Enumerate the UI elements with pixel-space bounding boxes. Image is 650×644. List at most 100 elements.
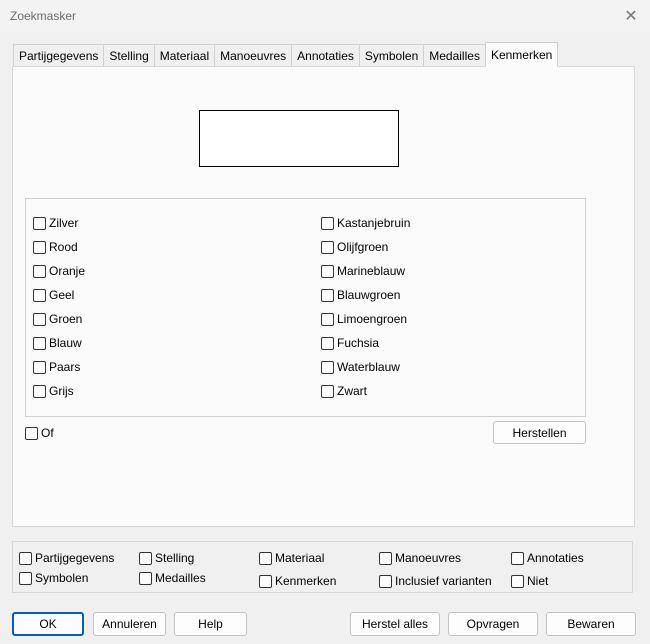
tab-kenmerken[interactable]: Kenmerken xyxy=(484,42,559,67)
tab-manoeuvres[interactable]: Manoeuvres xyxy=(214,44,292,67)
checkbox-label: Groen xyxy=(49,312,83,326)
checkbox-box[interactable] xyxy=(321,360,334,374)
tab-materiaal[interactable]: Materiaal xyxy=(153,44,215,67)
checkbox-paars[interactable]: Paars xyxy=(33,359,80,375)
checkbox-label: Materiaal xyxy=(275,551,325,565)
checkbox-label: Paars xyxy=(49,360,81,374)
save-button[interactable]: Bewaren xyxy=(546,612,636,636)
checkbox-box[interactable] xyxy=(19,571,32,585)
checkbox-label: Limoengroen xyxy=(337,312,408,326)
tab-symbolen[interactable]: Symbolen xyxy=(358,44,424,67)
filter-stelling[interactable]: Stelling xyxy=(139,550,194,566)
checkbox-label: Fuchsia xyxy=(337,336,380,350)
checkbox-box[interactable] xyxy=(19,551,32,565)
checkbox-grijs[interactable]: Grijs xyxy=(33,383,74,399)
color-preview-box xyxy=(199,110,399,167)
checkbox-geel[interactable]: Geel xyxy=(33,287,74,303)
checkbox-box[interactable] xyxy=(139,571,152,585)
checkbox-label: Olijfgroen xyxy=(337,240,389,254)
checkbox-box[interactable] xyxy=(511,574,524,588)
checkbox-blauwgroen[interactable]: Blauwgroen xyxy=(321,287,400,303)
checkbox-box[interactable] xyxy=(139,551,152,565)
checkbox-box[interactable] xyxy=(33,216,46,230)
query-button[interactable]: Opvragen xyxy=(448,612,538,636)
checkbox-of[interactable]: Of xyxy=(25,425,54,441)
checkbox-box[interactable] xyxy=(379,551,392,565)
help-button[interactable]: Help xyxy=(174,612,247,636)
filter-medailles[interactable]: Medailles xyxy=(139,570,206,586)
checkbox-box[interactable] xyxy=(33,312,46,326)
close-button[interactable]: ✕ xyxy=(620,5,642,27)
filter-annotaties[interactable]: Annotaties xyxy=(511,550,584,566)
checkbox-box[interactable] xyxy=(321,312,334,326)
tab-medailles[interactable]: Medailles xyxy=(423,44,485,67)
checkbox-box[interactable] xyxy=(511,551,524,565)
checkbox-box[interactable] xyxy=(33,288,46,302)
checkbox-box[interactable] xyxy=(321,264,334,278)
checkbox-label: Rood xyxy=(49,240,78,254)
checkbox-label: Manoeuvres xyxy=(395,551,462,565)
checkbox-box[interactable] xyxy=(321,384,334,398)
checkbox-fuchsia[interactable]: Fuchsia xyxy=(321,335,379,351)
checkbox-box[interactable] xyxy=(321,216,334,230)
window-title: Zoekmasker xyxy=(10,9,77,23)
checkbox-box[interactable] xyxy=(259,574,272,588)
close-icon: ✕ xyxy=(624,8,638,25)
checkbox-label: Inclusief varianten xyxy=(395,574,492,588)
filter-kenmerken[interactable]: Kenmerken xyxy=(259,573,336,589)
checkbox-oranje[interactable]: Oranje xyxy=(33,263,85,279)
checkbox-box[interactable] xyxy=(33,264,46,278)
cancel-button[interactable]: Annuleren xyxy=(93,612,166,636)
checkbox-box[interactable] xyxy=(33,336,46,350)
ok-button[interactable]: OK xyxy=(12,612,84,636)
checkbox-zilver[interactable]: Zilver xyxy=(33,215,78,231)
filter-partijgegevens[interactable]: Partijgegevens xyxy=(19,550,114,566)
checkbox-label: Marineblauw xyxy=(337,264,406,278)
tab-annotaties[interactable]: Annotaties xyxy=(291,44,359,67)
checkbox-label: Zilver xyxy=(49,216,79,230)
filter-manoeuvres[interactable]: Manoeuvres xyxy=(379,550,461,566)
checkbox-groen[interactable]: Groen xyxy=(33,311,82,327)
checkbox-box[interactable] xyxy=(33,360,46,374)
checkbox-label: Blauw xyxy=(49,336,82,350)
checkbox-box[interactable] xyxy=(321,240,334,254)
checkbox-box[interactable] xyxy=(25,426,38,440)
checkbox-label: Zwart xyxy=(337,384,367,398)
filter-symbolen[interactable]: Symbolen xyxy=(19,570,88,586)
checkbox-box[interactable] xyxy=(379,574,392,588)
checkbox-label: Partijgegevens xyxy=(35,551,115,565)
filter-inclusief-varianten[interactable]: Inclusief varianten xyxy=(379,573,492,589)
checkbox-limoengroen[interactable]: Limoengroen xyxy=(321,311,407,327)
tab-partijgegevens[interactable]: Partijgegevens xyxy=(13,44,104,67)
checkbox-olijfgroen[interactable]: Olijfgroen xyxy=(321,239,388,255)
checkbox-label: Symbolen xyxy=(35,571,89,585)
tab-strip: Partijgegevens Stelling Materiaal Manoeu… xyxy=(13,42,559,67)
filter-materiaal[interactable]: Materiaal xyxy=(259,550,324,566)
checkbox-box[interactable] xyxy=(33,240,46,254)
checkbox-marineblauw[interactable]: Marineblauw xyxy=(321,263,405,279)
colors-group xyxy=(25,198,586,417)
checkbox-box[interactable] xyxy=(33,384,46,398)
checkbox-box[interactable] xyxy=(321,336,334,350)
tab-stelling[interactable]: Stelling xyxy=(103,44,154,67)
checkbox-box[interactable] xyxy=(259,551,272,565)
checkbox-label: Annotaties xyxy=(527,551,584,565)
filter-niet[interactable]: Niet xyxy=(511,573,548,589)
checkbox-waterblauw[interactable]: Waterblauw xyxy=(321,359,400,375)
title-bar: Zoekmasker ✕ xyxy=(0,0,650,32)
reset-button[interactable]: Herstellen xyxy=(493,421,586,444)
checkbox-label: Waterblauw xyxy=(337,360,400,374)
checkbox-zwart[interactable]: Zwart xyxy=(321,383,367,399)
checkbox-kastanjebruin[interactable]: Kastanjebruin xyxy=(321,215,410,231)
checkbox-label: Medailles xyxy=(155,571,206,585)
checkbox-label: Of xyxy=(41,426,54,440)
checkbox-box[interactable] xyxy=(321,288,334,302)
checkbox-label: Niet xyxy=(527,574,549,588)
checkbox-label: Geel xyxy=(49,288,75,302)
checkbox-label: Blauwgroen xyxy=(337,288,401,302)
checkbox-blauw[interactable]: Blauw xyxy=(33,335,82,351)
reset-all-button[interactable]: Herstel alles xyxy=(350,612,440,636)
checkbox-label: Stelling xyxy=(155,551,195,565)
checkbox-label: Kastanjebruin xyxy=(337,216,411,230)
checkbox-rood[interactable]: Rood xyxy=(33,239,78,255)
